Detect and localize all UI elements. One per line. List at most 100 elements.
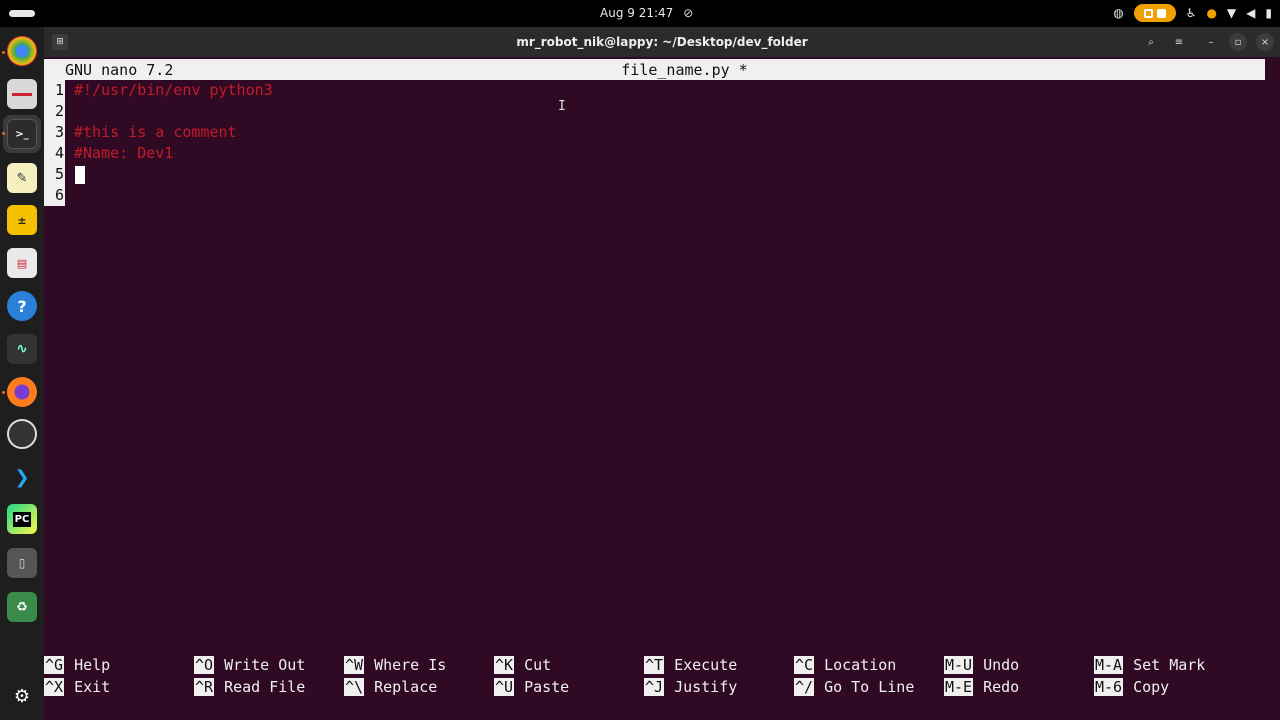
code-line[interactable]: 1 #!/usr/bin/env python3 [44,80,1265,101]
shortcut-replace[interactable]: ^\ Replace [344,677,437,698]
running-indicator [2,132,5,135]
text-editor-icon[interactable]: ✎ [7,163,37,193]
shortcut-key: ^R [194,678,215,696]
wifi-icon[interactable]: ▼ [1227,4,1236,22]
terminal[interactable]: GNU nano 7.2 file_name.py * 1 #!/usr/bin… [44,57,1280,720]
shortcut-key: ^\ [344,678,365,696]
maximize-icon[interactable]: ▫ [1229,33,1247,51]
window-title: mr_robot_nik@lappy: ~/Desktop/dev_folder [516,35,808,49]
code-line[interactable]: 5 [44,164,1265,185]
shortcut-label: Set Mark [1133,656,1206,674]
color-picker-icon[interactable]: ◍ [1113,4,1123,22]
bell-off-icon: ⊘ [683,6,694,20]
document-viewer-icon[interactable]: ▤ [7,248,37,278]
shortcut-redo[interactable]: M-E Redo [944,677,1019,698]
shortcut-undo[interactable]: M-U Undo [944,655,1019,676]
shortcut-label: Write Out [224,656,306,674]
volume-icon[interactable]: ◀ [1246,4,1255,22]
shortcut-label: Justify [674,678,738,696]
shortcut-justify[interactable]: ^J Justify [644,677,737,698]
shortcut-exit[interactable]: ^X Exit [44,677,110,698]
show-apps-icon[interactable]: ⚙ [7,681,37,711]
microphone-icon[interactable]: ● [1206,4,1216,22]
shortcut-paste[interactable]: ^U Paste [494,677,569,698]
shortcut-label: Copy [1133,678,1170,696]
battery-icon[interactable]: ▮ [1265,4,1272,22]
calculator-icon[interactable]: ± [7,205,37,235]
datetime: Aug 9 21:47 [600,6,674,20]
accessibility-icon[interactable]: ♿ [1186,4,1197,22]
shortcut-key: ^W [344,656,365,674]
chrome-icon[interactable] [7,36,37,66]
nano-header: GNU nano 7.2 file_name.py * [44,59,1265,80]
shortcut-key: M-U [944,656,974,674]
shortcut-execute[interactable]: ^T Execute [644,655,737,676]
shortcut-key: M-E [944,678,974,696]
usb-drive-icon[interactable]: ▯ [7,548,37,578]
shortcut-read-file[interactable]: ^R Read File [194,677,305,698]
menu-icon[interactable]: ≡ [1170,33,1188,51]
text-cursor [75,166,85,184]
code-line[interactable]: 6 [44,185,1265,206]
shortcut-go-to-line[interactable]: ^/ Go To Line [794,677,914,698]
shortcut-label: Read File [224,678,306,696]
running-indicator [2,391,5,394]
help-icon[interactable]: ? [7,291,37,321]
line-number: 6 [44,185,65,206]
shortcut-set-mark[interactable]: M-A Set Mark [1094,655,1205,676]
line-number: 3 [44,122,65,143]
shortcut-key: ^/ [794,678,815,696]
activities-button[interactable] [9,10,35,17]
code-line[interactable]: 4 #Name: Dev1 [44,143,1265,164]
terminal-icon[interactable]: >_ [7,119,37,149]
top-bar: Aug 9 21:47 ⊘ ◍ ♿ ● ▼ ◀ ▮ [0,0,1280,27]
shortcut-cut[interactable]: ^K Cut [494,655,551,676]
close-icon[interactable]: × [1256,33,1274,51]
dock: >_ ✎ ± ▤ ? ∿ ❯ PC ▯ ♻ ⚙ [0,27,44,720]
shortcut-write-out[interactable]: ^O Write Out [194,655,305,676]
text-cursor-pointer-icon: I [558,99,566,114]
shortcut-key: ^T [644,656,665,674]
shortcut-label: Cut [524,656,552,674]
shortcut-location[interactable]: ^C Location [794,655,896,676]
shortcut-label: Execute [674,656,738,674]
nano-shortcuts: ^G Help ^X Exit ^O Write Out ^R Read File ^W… [44,655,1280,699]
running-indicator [2,51,5,54]
files-icon[interactable] [7,79,37,109]
shortcut-key: ^U [494,678,515,696]
shortcut-key: ^G [44,656,65,674]
shortcut-key: M-6 [1094,678,1124,696]
pycharm-icon[interactable]: PC [7,504,37,534]
shortcut-label: Redo [983,678,1020,696]
shortcut-key: ^K [494,656,515,674]
obs-icon[interactable] [7,419,37,449]
shortcut-label: Undo [983,656,1020,674]
shortcut-label: Go To Line [824,678,915,696]
shortcut-label: Where Is [374,656,447,674]
line-text: #this is a comment [74,123,237,141]
shortcut-copy[interactable]: M-6 Copy [1094,677,1169,698]
vscode-icon[interactable]: ❯ [7,462,37,492]
line-number: 2 [44,101,65,122]
window-titlebar[interactable]: ⊞ mr_robot_nik@lappy: ~/Desktop/dev_fold… [44,27,1280,57]
system-tray[interactable]: ◍ ♿ ● ▼ ◀ ▮ [1113,4,1272,22]
search-icon[interactable]: ⌕ [1142,33,1160,51]
system-monitor-icon[interactable]: ∿ [7,334,37,364]
shortcut-where-is[interactable]: ^W Where Is [344,655,446,676]
code-line[interactable]: 2 [44,101,1265,122]
shortcut-label: Paste [524,678,570,696]
nano-filename: file_name.py * [621,61,748,79]
shortcut-help[interactable]: ^G Help [44,655,110,676]
minimize-icon[interactable]: – [1202,33,1220,51]
shortcut-label: Location [824,656,897,674]
line-number: 4 [44,143,65,164]
screen-recording-indicator[interactable] [1133,4,1176,22]
shortcut-key: ^C [794,656,815,674]
code-line[interactable]: 3 #this is a comment [44,122,1265,143]
line-text: #Name: Dev1 [74,144,174,162]
trash-icon[interactable]: ♻ [7,592,37,622]
shortcut-key: ^J [644,678,665,696]
shortcut-key: ^O [194,656,215,674]
clock[interactable]: Aug 9 21:47 ⊘ [600,6,740,20]
firefox-icon[interactable] [7,377,37,407]
